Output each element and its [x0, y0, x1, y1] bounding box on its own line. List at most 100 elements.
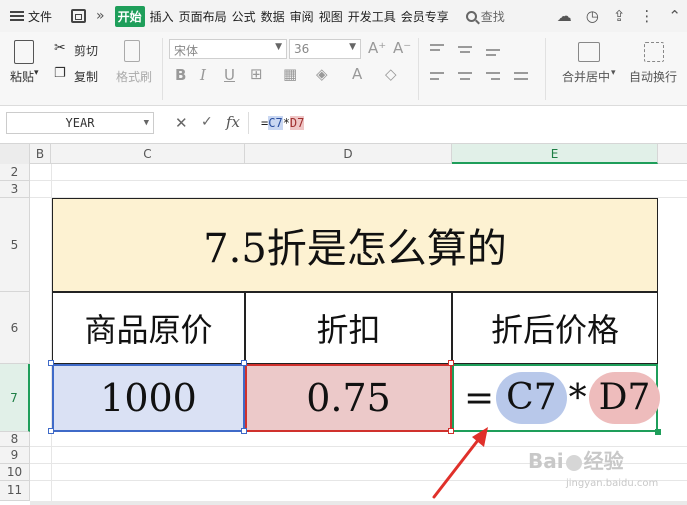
fill-color-icon[interactable]: ▦: [283, 65, 297, 83]
formula-ref-c7-pill: C7: [496, 372, 567, 424]
more-chevron-icon[interactable]: »: [96, 8, 105, 24]
column-header-b[interactable]: B: [30, 144, 51, 164]
more-icon[interactable]: ⋮: [639, 7, 654, 25]
title-cell[interactable]: 7.5折是怎么算的: [52, 198, 658, 292]
collapse-ribbon-icon[interactable]: ⌃: [668, 7, 681, 25]
paste-dropdown-icon[interactable]: ▾: [34, 68, 39, 78]
formula-input[interactable]: =C7*D7: [248, 112, 687, 134]
formula-ref-c7: C7: [268, 116, 283, 130]
format-painter-button[interactable]: 格式刷: [116, 68, 152, 85]
cut-button[interactable]: 剪切: [74, 42, 98, 59]
cell-d7-discount[interactable]: 0.75: [245, 364, 452, 432]
title-right-icons: ☁ ◷ ⇪ ⋮ ⌃: [557, 7, 681, 25]
confirm-formula-icon[interactable]: ✓: [201, 114, 213, 130]
tab-formulas[interactable]: 公式: [232, 8, 256, 25]
tab-review[interactable]: 审阅: [290, 8, 314, 25]
paste-button[interactable]: 粘贴: [10, 68, 34, 85]
cell-e7-formula[interactable]: = C7 * D7: [452, 364, 661, 432]
name-box[interactable]: YEAR ▼: [6, 112, 154, 134]
search-box[interactable]: 查找: [465, 8, 505, 25]
borders-icon[interactable]: ⊞: [250, 65, 263, 83]
merge-dropdown-icon[interactable]: ▾: [611, 68, 616, 78]
italic-button[interactable]: I: [200, 66, 206, 84]
chevron-down-icon: ▼: [275, 42, 282, 52]
menu-file[interactable]: 文件: [28, 8, 52, 25]
header-cell-original-price[interactable]: 商品原价: [52, 292, 245, 364]
chevron-down-icon: ▼: [349, 42, 356, 52]
search-label: 查找: [480, 9, 505, 24]
tab-home[interactable]: 开始: [114, 5, 145, 27]
range-handle-c7-tr[interactable]: [241, 360, 247, 366]
merge-center-button[interactable]: 合并居中: [562, 68, 610, 85]
history-icon[interactable]: ◷: [586, 7, 599, 25]
row-header-10[interactable]: 10: [0, 464, 30, 481]
cloud-sync-icon[interactable]: ☁: [557, 7, 572, 25]
cancel-formula-icon[interactable]: ✕: [175, 114, 188, 132]
save-icon[interactable]: [71, 9, 87, 23]
range-handle-c7-bl[interactable]: [48, 428, 54, 434]
underline-button[interactable]: U: [224, 66, 235, 84]
menu-bar: 文件 » 开始 插入 页面布局 公式 数据 审阅 视图 开发工具 会员专享 查找…: [0, 0, 687, 32]
font-color-icon[interactable]: A: [352, 65, 362, 83]
row-header-8[interactable]: 8: [0, 432, 30, 447]
formula-ref-d7-pill: D7: [588, 372, 661, 424]
tab-insert[interactable]: 插入: [150, 8, 174, 25]
eraser-icon[interactable]: ◇: [385, 65, 397, 83]
row-header-5[interactable]: 5: [0, 198, 30, 292]
insert-function-icon[interactable]: fx: [226, 113, 240, 131]
chevron-down-icon: ▼: [143, 118, 149, 128]
column-header-f[interactable]: [658, 144, 687, 164]
hamburger-menu-icon[interactable]: [10, 11, 24, 21]
paste-icon[interactable]: [14, 40, 34, 64]
increase-font-icon[interactable]: A⁺: [368, 39, 386, 57]
range-handle-d7-tr[interactable]: [448, 360, 454, 366]
watermark-brand-suffix: 经验: [583, 449, 624, 473]
tab-data[interactable]: 数据: [261, 8, 285, 25]
ribbon-separator: [162, 38, 163, 100]
formula-equals: =: [464, 377, 495, 419]
watermark-url: jingyan.baidu.com: [566, 478, 659, 489]
price-value: 1000: [100, 376, 197, 420]
wrap-text-button[interactable]: 自动换行: [629, 68, 677, 85]
row-header-2[interactable]: 2: [0, 164, 30, 181]
merge-center-icon: [578, 42, 600, 62]
select-all-corner[interactable]: [0, 144, 30, 164]
search-icon: [465, 10, 477, 22]
row-header-11[interactable]: 11: [0, 481, 30, 501]
row-header-3[interactable]: 3: [0, 181, 30, 198]
column-header-d[interactable]: D: [245, 144, 452, 164]
tab-view[interactable]: 视图: [319, 8, 343, 25]
bold-button[interactable]: B: [175, 66, 186, 84]
header-discounted-price: 折后价格: [490, 311, 619, 349]
tab-member[interactable]: 会员专享: [401, 8, 449, 25]
paint-bucket-icon[interactable]: ◈: [316, 65, 328, 83]
decrease-font-icon[interactable]: A⁻: [393, 39, 411, 57]
share-icon[interactable]: ⇪: [613, 7, 626, 25]
cell-c7-price[interactable]: 1000: [52, 364, 245, 432]
ribbon-separator: [418, 38, 419, 100]
tab-page-layout[interactable]: 页面布局: [179, 8, 227, 25]
formula-operator: *: [282, 116, 290, 130]
annotation-arrow-icon: [432, 427, 488, 499]
tab-developer[interactable]: 开发工具: [348, 8, 396, 25]
range-handle-c7-br[interactable]: [241, 428, 247, 434]
discount-value: 0.75: [306, 376, 391, 420]
row-header-6[interactable]: 6: [0, 292, 30, 364]
row-header-9[interactable]: 9: [0, 447, 30, 464]
fill-handle[interactable]: [655, 429, 661, 435]
copy-icon: ❐: [54, 66, 66, 81]
font-size-select[interactable]: 36 ▼: [289, 39, 361, 59]
column-header-c[interactable]: C: [51, 144, 245, 164]
horizontal-scrollbar[interactable]: [30, 501, 687, 505]
header-cell-discounted-price[interactable]: 折后价格: [452, 292, 658, 364]
column-header-e[interactable]: E: [452, 144, 658, 164]
header-original-price: 商品原价: [84, 311, 213, 349]
baidu-watermark: Bai 经验: [528, 445, 624, 474]
header-cell-discount[interactable]: 折扣: [245, 292, 452, 364]
font-name-select[interactable]: 宋体 ▼: [169, 39, 287, 59]
row-header-7[interactable]: 7: [0, 364, 30, 432]
ribbon: 粘贴 ▾ ✂ 剪切 ❐ 复制 格式刷 宋体 ▼ 36 ▼ A⁺ A⁻ B I U…: [0, 32, 687, 106]
copy-button[interactable]: 复制: [74, 68, 98, 85]
range-handle-c7-tl[interactable]: [48, 360, 54, 366]
gridline: [30, 180, 687, 181]
